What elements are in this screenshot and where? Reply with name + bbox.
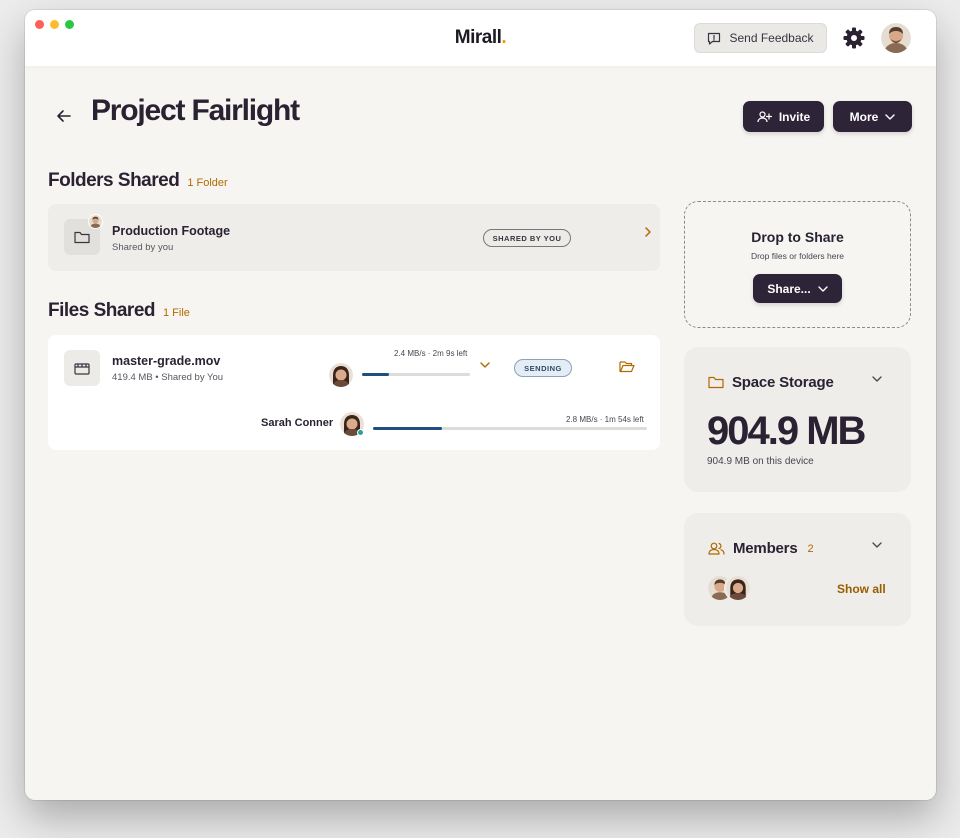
logo-dot: .: [501, 27, 507, 48]
send-feedback-button[interactable]: Send Feedback: [694, 23, 827, 53]
file-card[interactable]: master-grade.mov 419.4 MB • Shared by Yo…: [48, 335, 660, 450]
logo-text: Mirall: [454, 27, 502, 48]
chevron-down-icon[interactable]: [480, 362, 490, 368]
users-icon: [708, 542, 725, 555]
user-avatar[interactable]: [881, 23, 911, 53]
storage-value: 904.9 MB: [707, 409, 866, 453]
files-count: 1 File: [163, 307, 190, 319]
sender-progress-fill: [362, 373, 389, 376]
owner-avatar: [88, 214, 103, 229]
members-header: Members 2: [708, 540, 814, 557]
drop-zone-subtitle: Drop files or folders here: [750, 251, 845, 261]
open-folder-icon[interactable]: [619, 360, 635, 373]
gear-icon[interactable]: [842, 26, 866, 50]
chevron-down-icon[interactable]: [872, 376, 882, 382]
members-panel: Members 2 Show all: [684, 513, 911, 626]
share-button[interactable]: Share...: [753, 274, 842, 303]
chevron-down-icon[interactable]: [872, 542, 882, 548]
sender-avatar: [329, 363, 353, 387]
recipient-progress-track: [373, 427, 647, 430]
file-name: master-grade.mov: [112, 354, 221, 368]
storage-subtitle: 904.9 MB on this device: [707, 456, 814, 467]
folder-thumbnail: [64, 214, 103, 255]
transfer-speed: 2.4 MB/s · 2m 9s left: [394, 349, 468, 358]
recipient-progress-fill: [373, 427, 442, 430]
folder-icon: [708, 376, 724, 389]
page-title: Project Fairlight: [91, 94, 300, 127]
members-title: Members: [733, 540, 798, 557]
recipient-name: Sarah Conner: [261, 417, 334, 429]
folders-section-title: Folders Shared 1 Folder: [48, 170, 228, 192]
chevron-down-icon: [885, 113, 896, 120]
file-subtitle: 419.4 MB • Shared by You: [112, 372, 224, 383]
members-count: 2: [807, 542, 814, 555]
recipient-transfer-speed: 2.8 MB/s · 1m 54s left: [566, 415, 644, 424]
folder-icon: [74, 231, 90, 243]
add-user-icon: [757, 110, 772, 122]
storage-panel: Space Storage 904.9 MB 904.9 MB on this …: [684, 347, 911, 492]
storage-title: Space Storage: [732, 374, 834, 391]
app-window: Mirall. Send Feedback Project Fairlight …: [25, 10, 936, 800]
folder-row[interactable]: Production Footage Shared by you SHARED …: [48, 204, 660, 271]
status-badge: SENDING: [514, 359, 572, 377]
share-label: Share...: [767, 281, 811, 296]
shared-by-you-badge: SHARED BY YOU: [483, 229, 571, 247]
invite-button[interactable]: Invite: [743, 101, 824, 132]
feedback-icon: [708, 32, 721, 45]
file-thumbnail: [64, 350, 100, 386]
sender-progress-track: [362, 373, 470, 376]
folders-title: Folders Shared: [48, 170, 180, 191]
folder-subtitle: Shared by you: [112, 242, 174, 253]
files-section-title: Files Shared 1 File: [48, 300, 190, 322]
chevron-down-icon: [817, 285, 828, 292]
video-file-icon: [74, 363, 90, 375]
more-label: More: [849, 109, 879, 124]
chevron-right-icon[interactable]: [644, 226, 652, 238]
files-title: Files Shared: [48, 300, 156, 321]
folder-name: Production Footage: [112, 224, 231, 238]
more-button[interactable]: More: [833, 101, 912, 132]
storage-header: Space Storage: [708, 374, 834, 391]
drop-zone-title: Drop to Share: [751, 229, 844, 245]
drop-zone[interactable]: Drop to Share Drop files or folders here…: [684, 201, 911, 328]
online-status-dot: [357, 429, 364, 436]
back-arrow-icon[interactable]: [53, 105, 75, 127]
folders-count: 1 Folder: [187, 177, 228, 189]
send-feedback-label: Send Feedback: [729, 31, 814, 45]
invite-label: Invite: [778, 109, 811, 124]
title-bar: Mirall. Send Feedback: [25, 10, 936, 66]
member-avatar: [724, 574, 752, 602]
show-all-link[interactable]: Show all: [837, 582, 886, 596]
